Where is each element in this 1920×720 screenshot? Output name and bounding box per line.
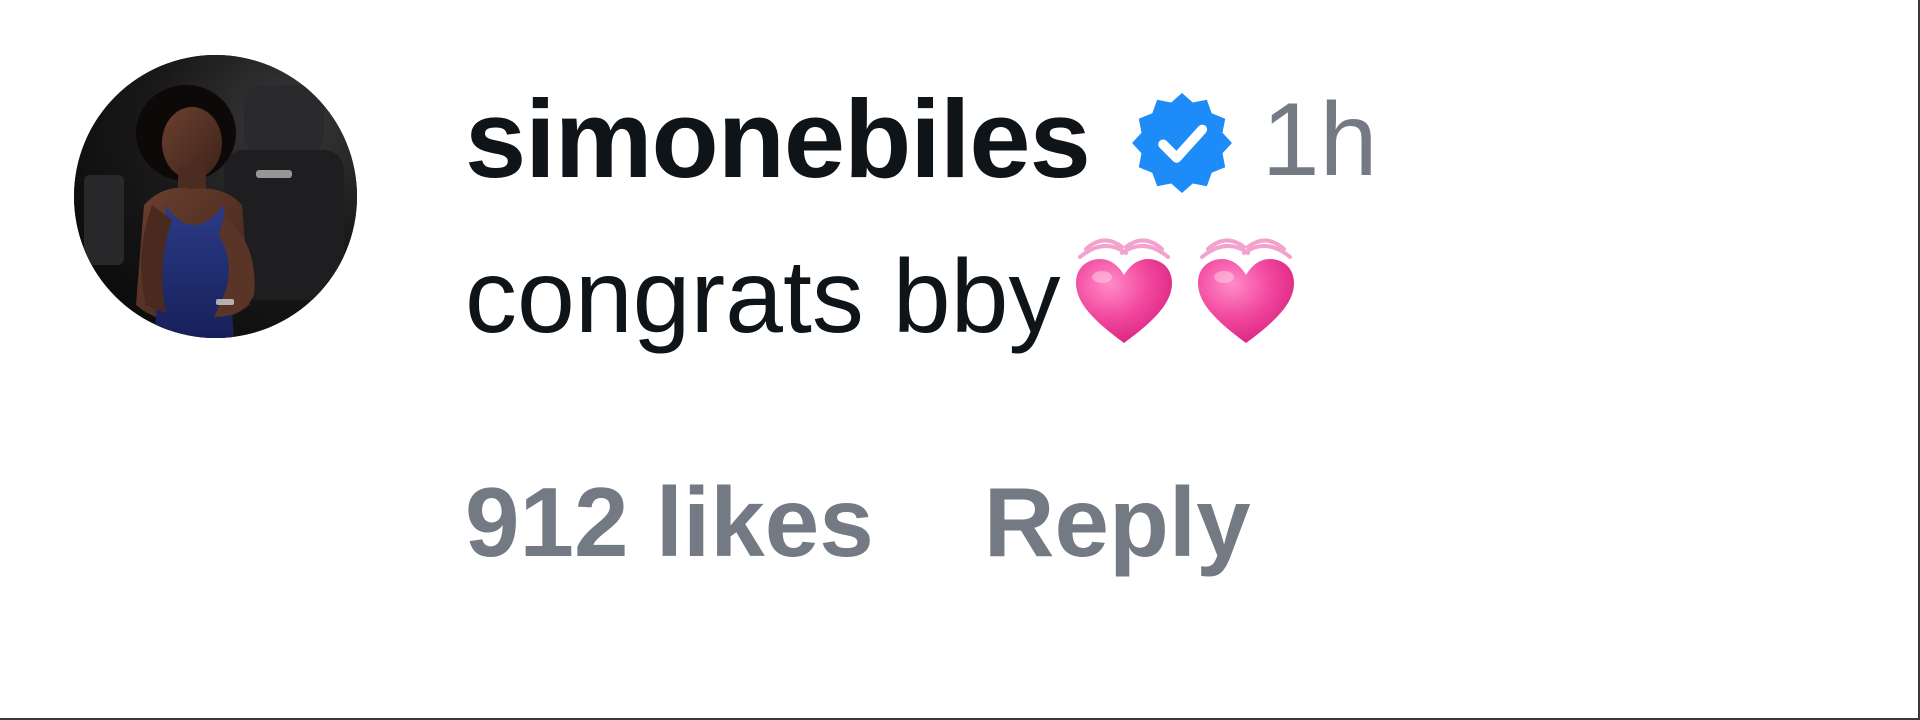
avatar[interactable]	[74, 55, 357, 338]
growing-heart-icon	[1064, 231, 1184, 351]
comment-actions: 912 likes Reply	[465, 462, 1251, 582]
timestamp: 1h	[1261, 82, 1378, 198]
likes-count-link[interactable]: 912 likes	[465, 473, 874, 571]
comment-text: congrats bby	[465, 239, 1061, 355]
comment-header: simonebiles 1h	[465, 80, 1377, 200]
comment-body: congrats bby	[465, 232, 1306, 362]
comment: simonebiles 1h congrats bby 912 likes Re…	[0, 0, 1920, 720]
growing-heart-icon	[1186, 231, 1306, 351]
reply-button[interactable]: Reply	[984, 473, 1251, 571]
avatar-photo	[74, 55, 357, 338]
username[interactable]: simonebiles	[465, 85, 1091, 195]
verified-badge-icon	[1128, 89, 1236, 197]
